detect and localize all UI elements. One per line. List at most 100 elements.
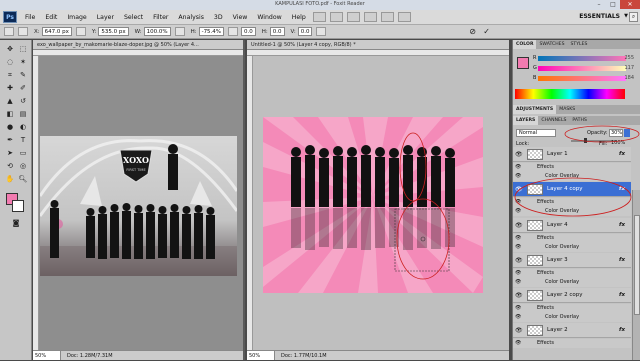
tool-preset-icon[interactable] (4, 27, 14, 36)
maximize-button[interactable]: □ (606, 0, 620, 9)
menu-layer[interactable]: Layer (92, 14, 119, 21)
color-panel-foreground-swatch[interactable] (517, 57, 529, 69)
menu-edit[interactable]: Edit (40, 14, 62, 21)
effect-eye-icon[interactable]: 👁︎ (515, 234, 521, 243)
r-slider[interactable] (538, 56, 626, 61)
background-color-swatch[interactable] (12, 200, 24, 212)
path-selection-tool-icon[interactable]: ➤ (4, 148, 16, 159)
tab-channels[interactable]: CHANNELS (538, 116, 569, 125)
arrange-documents-icon[interactable] (380, 12, 394, 22)
healing-brush-tool-icon[interactable]: ✚ (4, 83, 16, 94)
magic-wand-tool-icon[interactable]: ✶ (17, 57, 29, 68)
layer-row-layer-2[interactable]: 👁︎ Layer 2 fx (513, 323, 631, 338)
dodge-tool-icon[interactable]: ◐ (17, 122, 29, 133)
tab-styles[interactable]: STYLES (568, 40, 591, 49)
type-tool-icon[interactable]: T (17, 135, 29, 146)
marquee-tool-icon[interactable]: ⬚ (17, 44, 29, 55)
g-slider[interactable] (538, 66, 626, 71)
layer-visibility-eye-icon[interactable]: 👁︎ (515, 151, 523, 158)
pen-tool-icon[interactable]: ✒ (4, 135, 16, 146)
document-tab-untitled[interactable]: Untitled-1 @ 50% (Layer 4 copy, RGB/8) * (247, 40, 509, 50)
layer-fx-icon[interactable]: fx (619, 257, 625, 263)
tab-swatches[interactable]: SWATCHES (536, 40, 567, 49)
layer-name[interactable]: Layer 2 (547, 327, 568, 333)
workspace-arrow-icon[interactable]: ▼ (624, 13, 628, 19)
minimize-button[interactable]: – (592, 0, 606, 9)
effect-eye-icon[interactable]: 👁︎ (515, 163, 521, 172)
horizontal-ruler[interactable] (247, 50, 509, 56)
zoom-tool-icon[interactable]: 🔍︎ (17, 174, 29, 185)
menu-view[interactable]: View (228, 14, 253, 21)
reference-point-icon[interactable] (18, 27, 28, 36)
tab-paths[interactable]: PATHS (569, 116, 589, 125)
b-slider[interactable] (538, 76, 626, 81)
layer-name[interactable]: Layer 1 (547, 151, 568, 157)
menu-file[interactable]: File (20, 14, 40, 21)
layers-scrollbar[interactable] (632, 190, 640, 360)
blur-tool-icon[interactable]: ● (4, 122, 16, 133)
layer-visibility-eye-icon[interactable]: 👁︎ (515, 222, 523, 229)
color-spectrum-ramp[interactable] (515, 89, 625, 99)
layer-fx-icon[interactable]: fx (619, 151, 625, 157)
effect-eye-icon[interactable]: 👁︎ (515, 339, 521, 348)
doc-size-doc1[interactable]: Doc: 1.28M/7.31M (61, 351, 113, 360)
menu-analysis[interactable]: Analysis (173, 14, 209, 21)
layer-name[interactable]: Layer 2 copy (547, 292, 582, 298)
eraser-tool-icon[interactable]: ◧ (4, 109, 16, 120)
bridge-icon[interactable] (312, 12, 326, 22)
effects-row[interactable]: 👁︎ Effects (513, 304, 631, 313)
layer-name[interactable]: Layer 3 (547, 257, 568, 263)
x-field[interactable]: 647.0 px (41, 27, 72, 36)
effect-eye-icon[interactable]: 👁︎ (515, 304, 521, 313)
effect-eye-icon[interactable]: 👁︎ (515, 243, 521, 252)
height-field[interactable]: -75.4% (198, 27, 225, 36)
screen-mode-icon[interactable] (397, 12, 411, 22)
eyedropper-tool-icon[interactable]: ✎ (17, 70, 29, 81)
menu-select[interactable]: Select (119, 14, 148, 21)
tab-masks[interactable]: MASKS (556, 105, 578, 114)
3d-orbit-tool-icon[interactable]: ◎ (17, 161, 29, 172)
effects-row[interactable]: 👁︎ Effects (513, 234, 631, 243)
workspace-switcher[interactable]: ESSENTIALS (579, 13, 620, 20)
tab-color[interactable]: COLOR (513, 40, 537, 49)
clone-stamp-tool-icon[interactable]: ▲ (4, 96, 16, 107)
effect-eye-icon[interactable]: 👁︎ (515, 278, 521, 287)
color-overlay-row[interactable]: 👁︎ Color Overlay (513, 243, 631, 252)
commit-transform-icon[interactable]: ✓ (483, 27, 490, 36)
r-value[interactable]: 255 (624, 55, 634, 61)
tab-layers[interactable]: LAYERS (513, 116, 539, 125)
h-skew-field[interactable]: 0.0 (269, 27, 285, 36)
zoom-field-doc1[interactable]: 50% (33, 351, 61, 360)
tab-adjustments[interactable]: ADJUSTMENTS (513, 105, 557, 114)
lasso-tool-icon[interactable]: ◌ (4, 57, 16, 68)
effects-row[interactable]: 👁︎ Effects (513, 339, 631, 348)
blend-mode-select[interactable]: Normal (516, 129, 556, 137)
history-brush-tool-icon[interactable]: ↺ (17, 96, 29, 107)
vertical-ruler[interactable] (33, 56, 39, 350)
layer-fx-icon[interactable]: fx (619, 222, 625, 228)
effect-eye-icon[interactable]: 👁︎ (515, 313, 521, 322)
layer-visibility-eye-icon[interactable]: 👁︎ (515, 327, 523, 334)
doc-size-doc2[interactable]: Doc: 1.77M/10.1M (275, 351, 327, 360)
color-overlay-row[interactable]: 👁︎ Color Overlay (513, 278, 631, 287)
document-tab-exo-wallpaper[interactable]: exo_wallpaper_by_makomarie-blaze-doper.j… (33, 40, 243, 50)
v-skew-field[interactable]: 0.0 (297, 27, 313, 36)
menu-window[interactable]: Window (252, 14, 286, 21)
effects-row[interactable]: 👁︎ Effects (513, 163, 631, 172)
menu-help[interactable]: Help (287, 14, 311, 21)
effect-eye-icon[interactable]: 👁︎ (515, 269, 521, 278)
menu-3d[interactable]: 3D (209, 14, 228, 21)
gradient-tool-icon[interactable]: ▤ (17, 109, 29, 120)
layer-visibility-eye-icon[interactable]: 👁︎ (515, 257, 523, 264)
y-field[interactable]: 535.0 px (98, 27, 129, 36)
relative-position-icon[interactable] (75, 27, 86, 36)
layer-row-layer-4[interactable]: 👁︎ Layer 4 fx (513, 218, 631, 233)
layer-fx-icon[interactable]: fx (619, 292, 625, 298)
angle-field[interactable]: 0.0 (241, 27, 256, 36)
link-icon[interactable] (174, 27, 185, 36)
vertical-ruler[interactable] (247, 56, 253, 350)
zoom-level-icon[interactable] (346, 12, 360, 22)
close-button[interactable]: ✕ (620, 0, 640, 9)
search-icon[interactable]: ⌕ (629, 12, 638, 22)
move-tool-icon[interactable]: ✥ (4, 44, 16, 55)
